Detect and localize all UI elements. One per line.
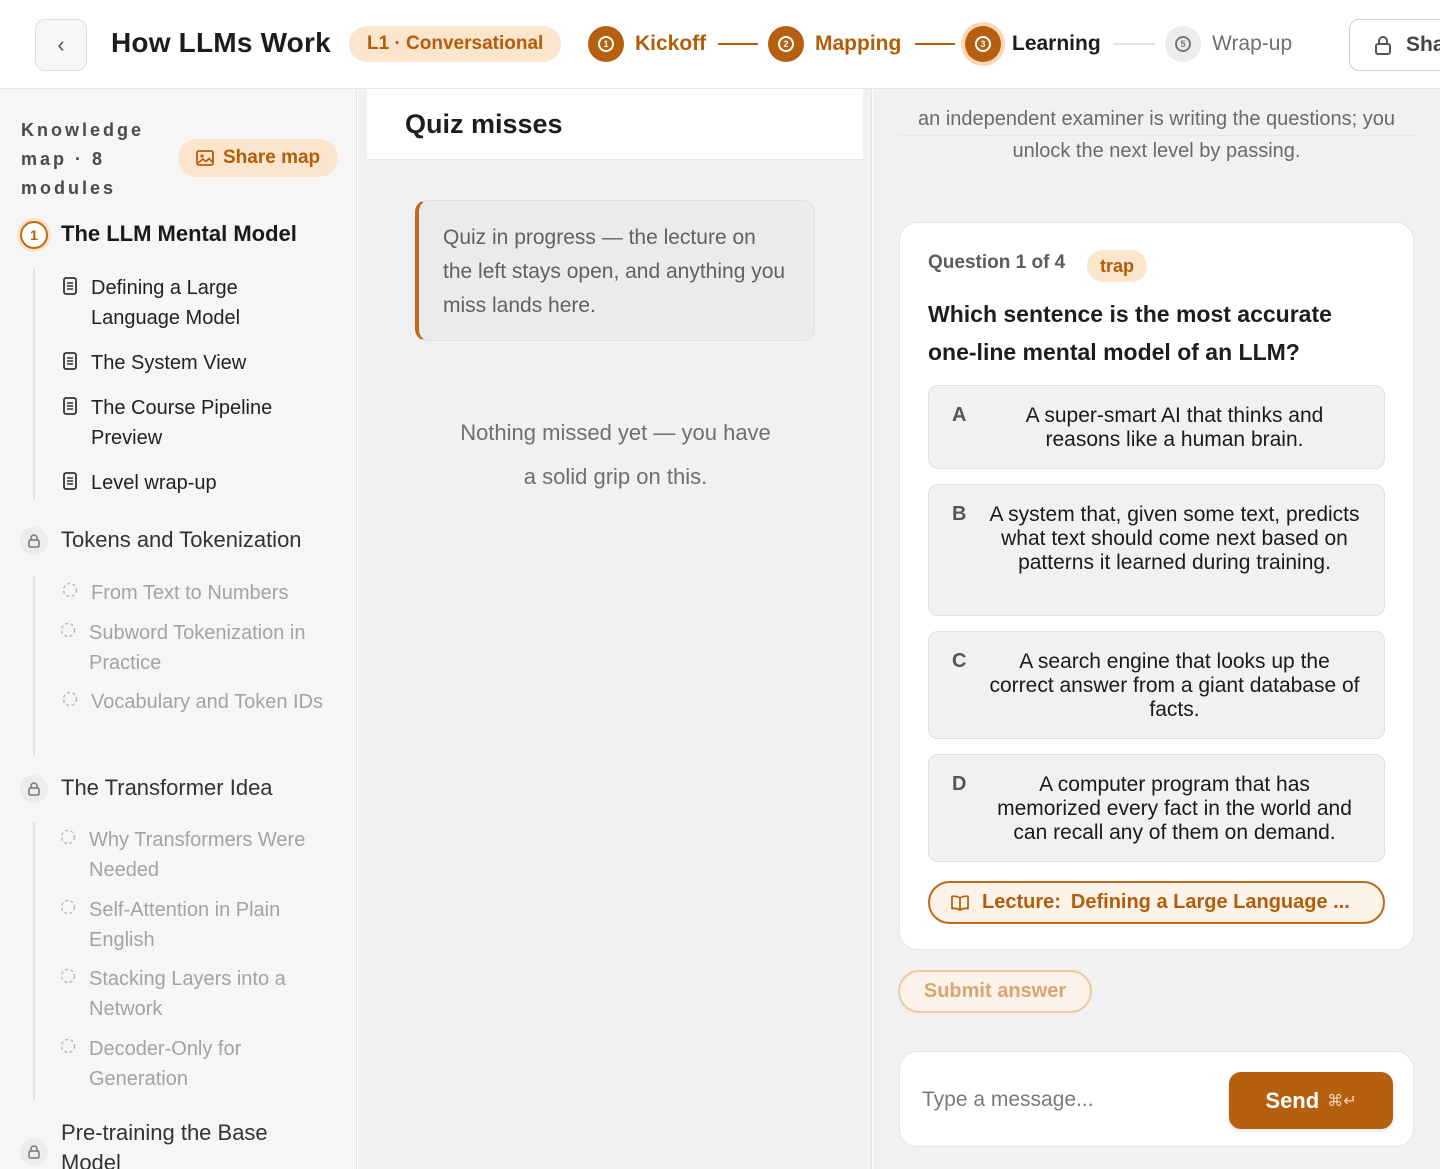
lesson-item[interactable]: Stacking Layers into a Network	[59, 964, 325, 1024]
lesson-item[interactable]: Why Transformers Were Needed	[59, 825, 325, 885]
panel-title: Quiz misses	[405, 109, 563, 139]
step-connector	[718, 43, 758, 45]
quiz-misses-panel: Quiz misses Quiz in progress — the lectu…	[358, 89, 872, 1169]
lesson-item[interactable]: Level wrap-up	[61, 468, 327, 498]
module-title: Tokens and Tokenization	[61, 527, 302, 552]
keyboard-shortcut-icon: ⌘↵	[1327, 1092, 1357, 1110]
chevron-left-icon: ‹	[57, 32, 65, 57]
pending-circle-icon	[60, 622, 76, 638]
option-text: A search engine that looks up the correc…	[989, 650, 1360, 721]
answer-option-d[interactable]: D A computer program that has memorized …	[928, 754, 1385, 862]
question-text: Which sentence is the most accurate one-…	[928, 301, 1332, 365]
top-bar: ‹ How LLMs Work L1 · Conversational 1 Ki…	[0, 0, 1440, 89]
examiner-intro-text: an independent examiner is writing the q…	[918, 108, 1395, 162]
knowledge-map-heading: Knowledge map · 8 modules	[21, 120, 145, 198]
lesson-item[interactable]: From Text to Numbers	[61, 578, 327, 608]
lock-icon	[20, 775, 48, 803]
back-button[interactable]: ‹	[35, 19, 87, 71]
lecture-prefix: Lecture:	[982, 891, 1061, 913]
lesson-item[interactable]: Subword Tokenization in Practice	[59, 618, 325, 678]
pending-circle-icon	[62, 582, 78, 598]
lock-icon	[1375, 36, 1391, 55]
answer-option-b[interactable]: B A system that, given some text, predic…	[928, 484, 1385, 616]
empty-state-message: Nothing missed yet — you have a solid gr…	[460, 420, 771, 489]
module-tree-line	[33, 822, 35, 1100]
document-icon	[63, 472, 77, 490]
module-transformer[interactable]: The Transformer Idea	[20, 775, 331, 803]
module-tokens[interactable]: Tokens and Tokenization	[20, 527, 331, 555]
lesson-item[interactable]: Self-Attention in Plain English	[59, 895, 325, 955]
pending-circle-icon	[60, 829, 76, 845]
book-open-icon	[951, 894, 969, 911]
step-label: Mapping	[815, 32, 902, 55]
step-number-icon: 2	[768, 26, 804, 62]
question-counter: Question 1 of 4	[928, 252, 1066, 273]
option-letter: D	[952, 773, 967, 795]
option-text: A system that, given some text, predicts…	[989, 503, 1360, 574]
pending-circle-icon	[60, 968, 76, 984]
document-icon	[63, 277, 77, 295]
level-badge: L1 · Conversational	[349, 26, 562, 62]
step-connector	[915, 43, 955, 45]
question-tag-badge: trap	[1087, 250, 1148, 282]
answer-option-a[interactable]: A A super-smart AI that thinks and reaso…	[928, 385, 1385, 469]
submit-answer-button[interactable]: Submit answer	[898, 970, 1092, 1013]
message-input[interactable]	[922, 1082, 1212, 1118]
option-letter: A	[952, 404, 967, 426]
document-icon	[63, 397, 77, 415]
step-kickoff[interactable]: 1 Kickoff	[588, 26, 706, 62]
module-llm-mental-model[interactable]: 1 The LLM Mental Model	[20, 221, 331, 249]
lesson-item[interactable]: Vocabulary and Token IDs	[61, 687, 327, 717]
pending-circle-icon	[60, 1038, 76, 1054]
step-mapping[interactable]: 2 Mapping	[768, 26, 901, 62]
step-connector	[1113, 43, 1155, 45]
pending-circle-icon	[62, 691, 78, 707]
step-learning[interactable]: 3 Learning	[965, 26, 1101, 62]
quiz-panel: an independent examiner is writing the q…	[873, 89, 1440, 1169]
quiz-progress-notice: Quiz in progress — the lecture on the le…	[415, 200, 815, 341]
step-label: Wrap-up	[1212, 32, 1293, 55]
send-label: Send	[1265, 1087, 1320, 1113]
pending-circle-icon	[60, 899, 76, 915]
lesson-item[interactable]: Decoder-Only for Generation	[59, 1034, 325, 1094]
question-card: Question 1 of 4 trap Which sentence is t…	[899, 222, 1414, 950]
option-text: A super-smart AI that thinks and reasons…	[1025, 404, 1324, 451]
knowledge-map-sidebar: Knowledge map · 8 modules Share map 1 Th…	[0, 89, 357, 1169]
document-icon	[63, 352, 77, 370]
answer-option-c[interactable]: C A search engine that looks up the corr…	[928, 631, 1385, 739]
option-letter: C	[952, 650, 967, 672]
lesson-item[interactable]: Defining a Large Language Model	[61, 273, 327, 333]
module-tree-line	[33, 269, 35, 499]
module-number-icon: 1	[20, 221, 48, 249]
step-number-icon: 5	[1165, 26, 1201, 62]
module-pretraining[interactable]: Pre-training the Base Model	[20, 1120, 311, 1169]
share-button-label: Sha	[1406, 33, 1440, 56]
lock-icon	[20, 527, 48, 555]
lesson-item[interactable]: The System View	[61, 348, 327, 378]
course-title: How LLMs Work	[111, 27, 331, 58]
module-title: Pre-training the Base Model	[61, 1120, 268, 1169]
step-label: Learning	[1012, 32, 1101, 55]
step-number-icon: 1	[588, 26, 624, 62]
message-composer: Send ⌘↵	[899, 1051, 1414, 1147]
step-label: Kickoff	[635, 32, 707, 55]
lecture-reference-button[interactable]: Lecture: Defining a Large Language ...	[928, 881, 1385, 924]
share-button[interactable]: Sha	[1349, 19, 1440, 71]
module-tree-line	[33, 575, 35, 755]
lock-icon	[20, 1138, 48, 1166]
option-text: A computer program that has memorized ev…	[997, 773, 1352, 844]
share-map-button[interactable]: Share map	[178, 139, 339, 177]
step-number-icon: 3	[965, 26, 1001, 62]
module-title: The Transformer Idea	[61, 775, 273, 800]
image-icon	[196, 150, 214, 166]
option-letter: B	[952, 503, 967, 525]
lecture-title: Defining a Large Language ...	[1070, 891, 1350, 913]
module-title: The LLM Mental Model	[61, 221, 297, 246]
step-wrap-up[interactable]: 5 Wrap-up	[1165, 26, 1292, 62]
quiz-misses-header: Quiz misses	[367, 89, 863, 160]
send-button[interactable]: Send ⌘↵	[1229, 1072, 1393, 1129]
lesson-item[interactable]: The Course Pipeline Preview	[61, 393, 327, 453]
